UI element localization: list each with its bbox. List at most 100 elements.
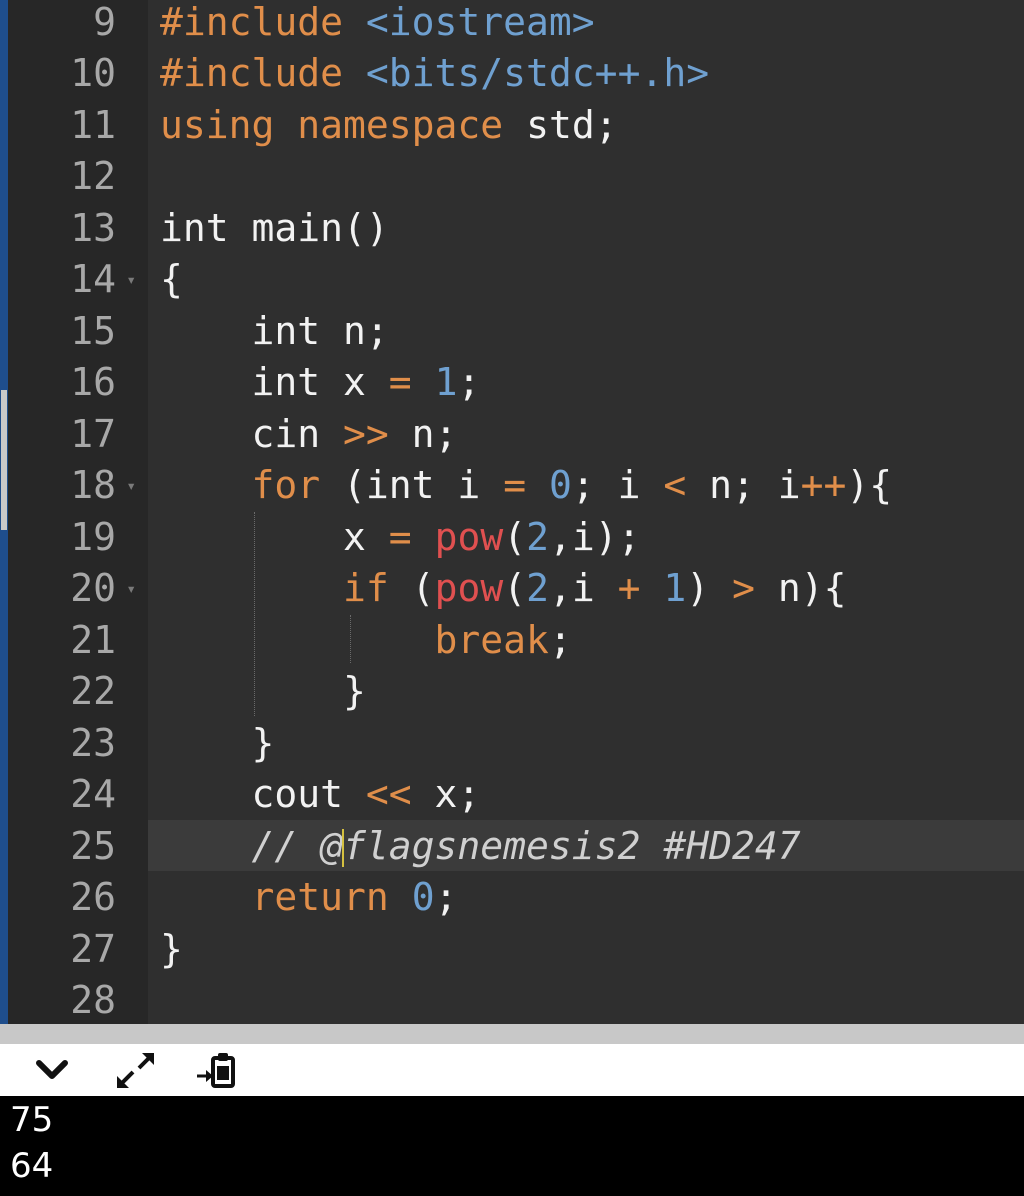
panel-splitter[interactable] — [0, 1024, 1024, 1044]
code-token: << — [365, 772, 412, 816]
line-number-row: 26 — [8, 872, 148, 924]
output-toolbar — [0, 1044, 1024, 1096]
code-line[interactable]: int main() — [160, 203, 1024, 255]
line-number-row: 16 — [8, 357, 148, 409]
line-number-row: 15 — [8, 306, 148, 358]
code-token: = — [388, 514, 412, 559]
code-token: namespace — [297, 102, 527, 147]
code-token: ( — [388, 566, 435, 610]
line-number-gutter: 9 10 11 12 13 14 ▾ 15 16 17 18 ▾ 19 20 ▾ 21 22 23 24 25 26 27… — [8, 0, 148, 1024]
code-token: flagsnemesis2 #HD247 — [343, 823, 801, 868]
code-token: ; — [434, 875, 458, 919]
line-number: 28 — [70, 978, 116, 1022]
code-area[interactable]: #include <iostream> #include <bits/stdc++… — [148, 0, 1024, 1024]
code-line[interactable]: if (pow(2,i + 1) > n){ — [160, 563, 1024, 615]
code-line[interactable]: for (int i = 0; i < n; i++){ — [160, 460, 1024, 512]
code-editor[interactable]: 9 10 11 12 13 14 ▾ 15 16 17 18 ▾ 19 20 ▾ 21 22 23 24 25 26 27… — [0, 0, 1024, 1024]
line-number: 13 — [70, 205, 116, 250]
code-line[interactable]: int n; — [160, 306, 1024, 358]
code-token: (int i — [320, 463, 504, 507]
output-console: 75 64 — [0, 1096, 1024, 1196]
line-number: 18 — [70, 463, 116, 507]
line-number-row: 25 — [8, 821, 148, 873]
line-number: 17 — [70, 411, 116, 456]
code-token: < — [663, 463, 687, 507]
line-number: 10 — [70, 51, 116, 95]
code-token: >> — [343, 411, 389, 456]
code-line[interactable]: } — [160, 718, 1024, 770]
code-token: n){ — [754, 566, 847, 610]
code-line[interactable]: #include <iostream> — [160, 0, 1024, 48]
code-token: { — [160, 257, 183, 301]
code-line[interactable] — [160, 975, 1024, 1024]
code-line[interactable]: } — [160, 924, 1024, 976]
paste-input-button[interactable] — [195, 1050, 239, 1090]
line-number: 15 — [70, 308, 116, 353]
code-token: 0 — [411, 875, 435, 919]
code-token: ; i — [571, 463, 664, 507]
code-token: return — [251, 875, 389, 919]
code-token: ; — [548, 617, 572, 662]
code-line[interactable]: #include <bits/stdc++.h> — [160, 48, 1024, 100]
code-line[interactable] — [160, 151, 1024, 203]
fold-toggle-icon[interactable]: ▾ — [126, 460, 136, 512]
code-line[interactable]: return 0; — [160, 872, 1024, 924]
line-number-row: 10 — [8, 48, 148, 100]
line-number: 21 — [70, 617, 116, 662]
output-line: 64 — [10, 1146, 54, 1186]
line-number-row: 23 — [8, 718, 148, 770]
clipboard-paste-icon — [197, 1053, 235, 1088]
line-number: 14 — [70, 257, 116, 301]
ide-window: 9 10 11 12 13 14 ▾ 15 16 17 18 ▾ 19 20 ▾ 21 22 23 24 25 26 27… — [0, 0, 1024, 1196]
code-token: = — [503, 463, 527, 507]
line-number: 19 — [70, 514, 116, 559]
line-number: 22 — [70, 669, 116, 713]
fold-toggle-icon[interactable]: ▾ — [126, 563, 136, 615]
code-token: int n; — [160, 308, 389, 353]
code-line[interactable]: x = pow(2,i); — [160, 512, 1024, 564]
code-line[interactable]: } — [160, 666, 1024, 718]
code-line[interactable]: using namespace std; — [160, 100, 1024, 152]
code-token: #include — [160, 51, 366, 95]
code-token: int main() — [160, 205, 389, 250]
scrollbar-thumb[interactable] — [1, 390, 7, 530]
code-token: x; — [411, 772, 481, 816]
line-number-row: 21 — [8, 615, 148, 667]
line-number: 20 — [70, 566, 116, 610]
line-number-row: 24 — [8, 769, 148, 821]
code-line[interactable]: break; — [160, 615, 1024, 667]
line-number-row: 13 — [8, 203, 148, 255]
code-line[interactable]: { — [160, 254, 1024, 306]
line-number: 11 — [70, 102, 116, 147]
line-number-row: 22 — [8, 666, 148, 718]
code-token: int x — [160, 360, 389, 404]
code-token: ; — [457, 360, 481, 404]
code-line[interactable]: cout << x; — [160, 769, 1024, 821]
line-number: 23 — [70, 720, 116, 765]
expand-arrows-icon — [117, 1053, 154, 1088]
expand-output-button[interactable] — [113, 1050, 157, 1090]
code-token: } — [160, 720, 275, 765]
code-token: 1 — [434, 360, 458, 404]
code-token: break — [434, 617, 549, 662]
code-token: 0 — [548, 463, 572, 507]
code-line[interactable]: cin >> n; — [160, 409, 1024, 461]
code-token: pow — [434, 514, 504, 559]
output-line: 75 — [10, 1100, 54, 1140]
code-line[interactable]: int x = 1; — [160, 357, 1024, 409]
line-number-row: 12 — [8, 151, 148, 203]
code-token: x — [160, 514, 389, 559]
fold-toggle-icon[interactable]: ▾ — [126, 254, 136, 306]
collapse-output-button[interactable] — [30, 1050, 74, 1090]
code-token: } — [160, 669, 366, 713]
line-number: 9 — [93, 0, 116, 44]
line-number: 16 — [70, 360, 116, 404]
editor-scrollbar[interactable] — [0, 0, 8, 1024]
code-line[interactable]: // @flagsnemesis2 #HD247 — [160, 821, 1024, 873]
code-token: } — [160, 926, 183, 971]
code-token: std; — [526, 102, 618, 147]
